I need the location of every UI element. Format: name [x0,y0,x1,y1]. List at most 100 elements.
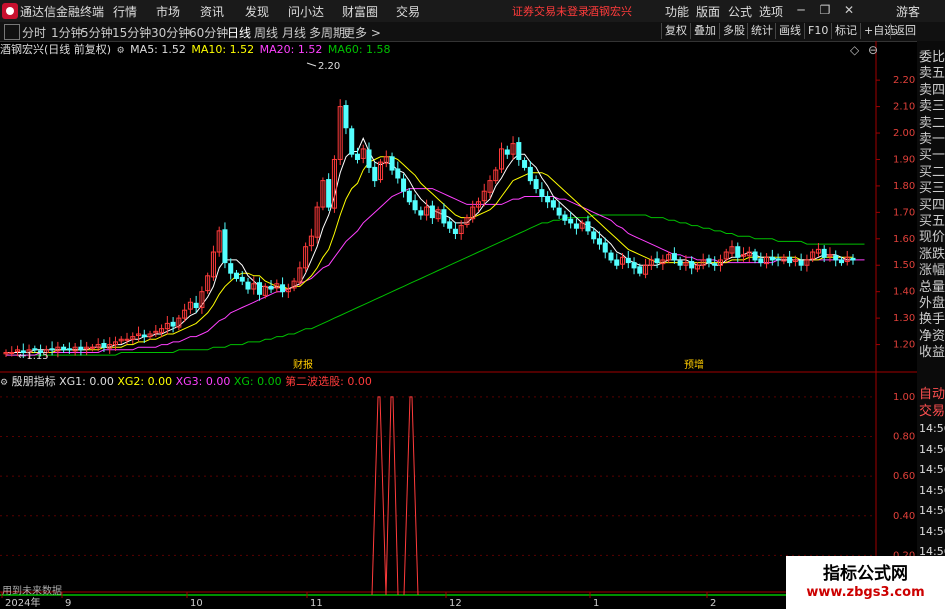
indicator-spike [385,396,399,596]
f10-button[interactable]: F10 [804,23,831,39]
candle-body [850,257,856,261]
candle-body [539,189,545,197]
menu-wealth[interactable]: 财富圈 [342,3,378,20]
tab-intraday[interactable]: 分时 [22,24,46,41]
candle-body [631,262,637,269]
zoom-out-icon[interactable]: ⊖ [868,43,878,57]
sidebar-time-item: 14:56 [919,524,945,538]
overlay-button[interactable]: 叠加 [690,23,719,39]
tab-more[interactable]: 更多 > [343,24,381,41]
user-label[interactable]: 游客 [896,3,920,20]
x-tick-label: 2024年 [5,596,40,609]
sidebar-time-item: 14:56 [919,422,945,435]
candle-body [556,207,562,216]
ma20-label: MA20: 1.52 [259,43,323,56]
menu-market[interactable]: 市场 [156,3,180,20]
restore-icon[interactable]: ❐ [816,2,834,19]
candle-body [101,343,107,348]
trade-login-warning[interactable]: 证券交易未登录 [512,3,589,19]
indicator-name[interactable]: 殷朋指标 [12,375,56,388]
back-button[interactable]: 返回 [890,23,919,39]
tab-60min[interactable]: 60分钟 [189,24,228,41]
kline-chart[interactable]: 2.20 ←1.15 财报 预增 2.20 2.10 2.00 1.90 1.80 1.70 1.… [0,41,917,609]
close-icon[interactable]: ✕ [840,2,858,19]
candle-body [257,282,263,295]
menu-options[interactable]: 选项 [759,3,783,20]
candle-body [9,351,15,354]
menu-discover[interactable]: 发现 [245,3,269,20]
candle-body [268,285,274,290]
draw-line-button[interactable]: 画线 [775,23,804,39]
second-wave-label: 第二波选股: 0.00 [285,375,372,388]
candle-body [625,257,631,264]
menu-trade[interactable]: 交易 [396,3,420,20]
y-tick-label: 1.30 [893,313,915,324]
candle-body [222,229,228,264]
indicator-spike [403,396,419,596]
xg1-label: XG1: 0.00 [59,375,114,388]
candle-body [78,346,84,351]
tab-1min[interactable]: 1分钟 [51,24,83,41]
stock-link[interactable]: 酒钢宏兴 [588,3,632,19]
menu-quotes[interactable]: 行情 [113,3,137,20]
candle-body [170,321,176,327]
period-toolbar: 分时 1分钟 5分钟 15分钟 30分钟 60分钟 日线 周线 月线 多周期 更… [0,22,945,42]
settings-icon[interactable]: ⚙ [117,46,125,56]
tab-30min[interactable]: 30分钟 [151,24,190,41]
tab-15min[interactable]: 15分钟 [112,24,151,41]
minimize-icon[interactable]: ─ [792,2,810,19]
menu-layout[interactable]: 版面 [696,3,720,20]
candle-body [412,200,418,211]
indicator-tick-label: 0.80 [893,432,915,443]
candle-body [689,261,695,269]
app-name: 通达信金融终端 [20,5,105,19]
candle-body [545,195,551,203]
expand-icon[interactable] [4,24,20,40]
menu-formula[interactable]: 公式 [728,3,752,20]
candle-body [522,160,528,168]
quote-sidebar: 委比 卖五 卖四 卖三 卖二 卖一 买一 买二 买三 买四 买五 现价 涨跌 涨幅 总量 外盘 换手 净资 收益 自动… [917,41,945,609]
adjust-button[interactable]: 复权 [661,23,690,39]
tab-5min[interactable]: 5分钟 [81,24,113,41]
ma60-line [6,214,865,356]
candle-body [550,200,556,208]
x-tick-label: 2 [710,598,716,609]
candle-body [602,242,608,253]
menu-ask[interactable]: 问小达 [288,3,324,20]
candle-body [591,231,597,240]
candle-body [429,205,435,219]
candle-body [677,260,683,266]
menu-function[interactable]: 功能 [665,3,689,20]
event-forecast-label: 预增 [684,358,704,371]
candle-body [596,238,602,245]
x-tick-label: 10 [190,598,203,609]
tab-daily[interactable]: 日线 [227,24,251,41]
menu-news[interactable]: 资讯 [200,3,224,20]
candle-body [280,284,286,293]
candle-body [614,259,620,266]
candle-body [228,263,234,274]
tab-weekly[interactable]: 周线 [254,24,278,41]
candle-body [49,348,55,351]
indicator-header: ⚙ 殷朋指标 XG1: 0.00 XG2: 0.00 XG3: 0.00 XG:… [0,373,860,389]
candle-body [141,334,147,338]
diamond-icon[interactable]: ◇ [850,43,859,57]
candle-body [418,210,424,216]
sidebar-auto-trade-item[interactable]: 交易 [919,400,945,419]
tab-monthly[interactable]: 月线 [282,24,306,41]
candle-body [608,252,614,261]
candle-body [349,128,355,155]
statistics-button[interactable]: 统计 [747,23,776,39]
candle-body [573,223,579,229]
multi-stock-button[interactable]: 多股 [719,23,748,39]
tab-multi-period[interactable]: 多周期 [309,24,345,41]
y-tick-label: 1.50 [893,260,915,271]
future-data-note: 用到未来数据 [2,586,62,597]
candle-body [389,156,395,171]
indicator-settings-icon[interactable]: ⚙ [0,378,8,388]
candle-body [752,251,758,261]
candle-body [637,266,643,274]
stock-title[interactable]: 酒钢宏兴(日线 前复权) [0,43,111,56]
mark-button[interactable]: 标记 [831,23,860,39]
candle-body [516,142,522,160]
